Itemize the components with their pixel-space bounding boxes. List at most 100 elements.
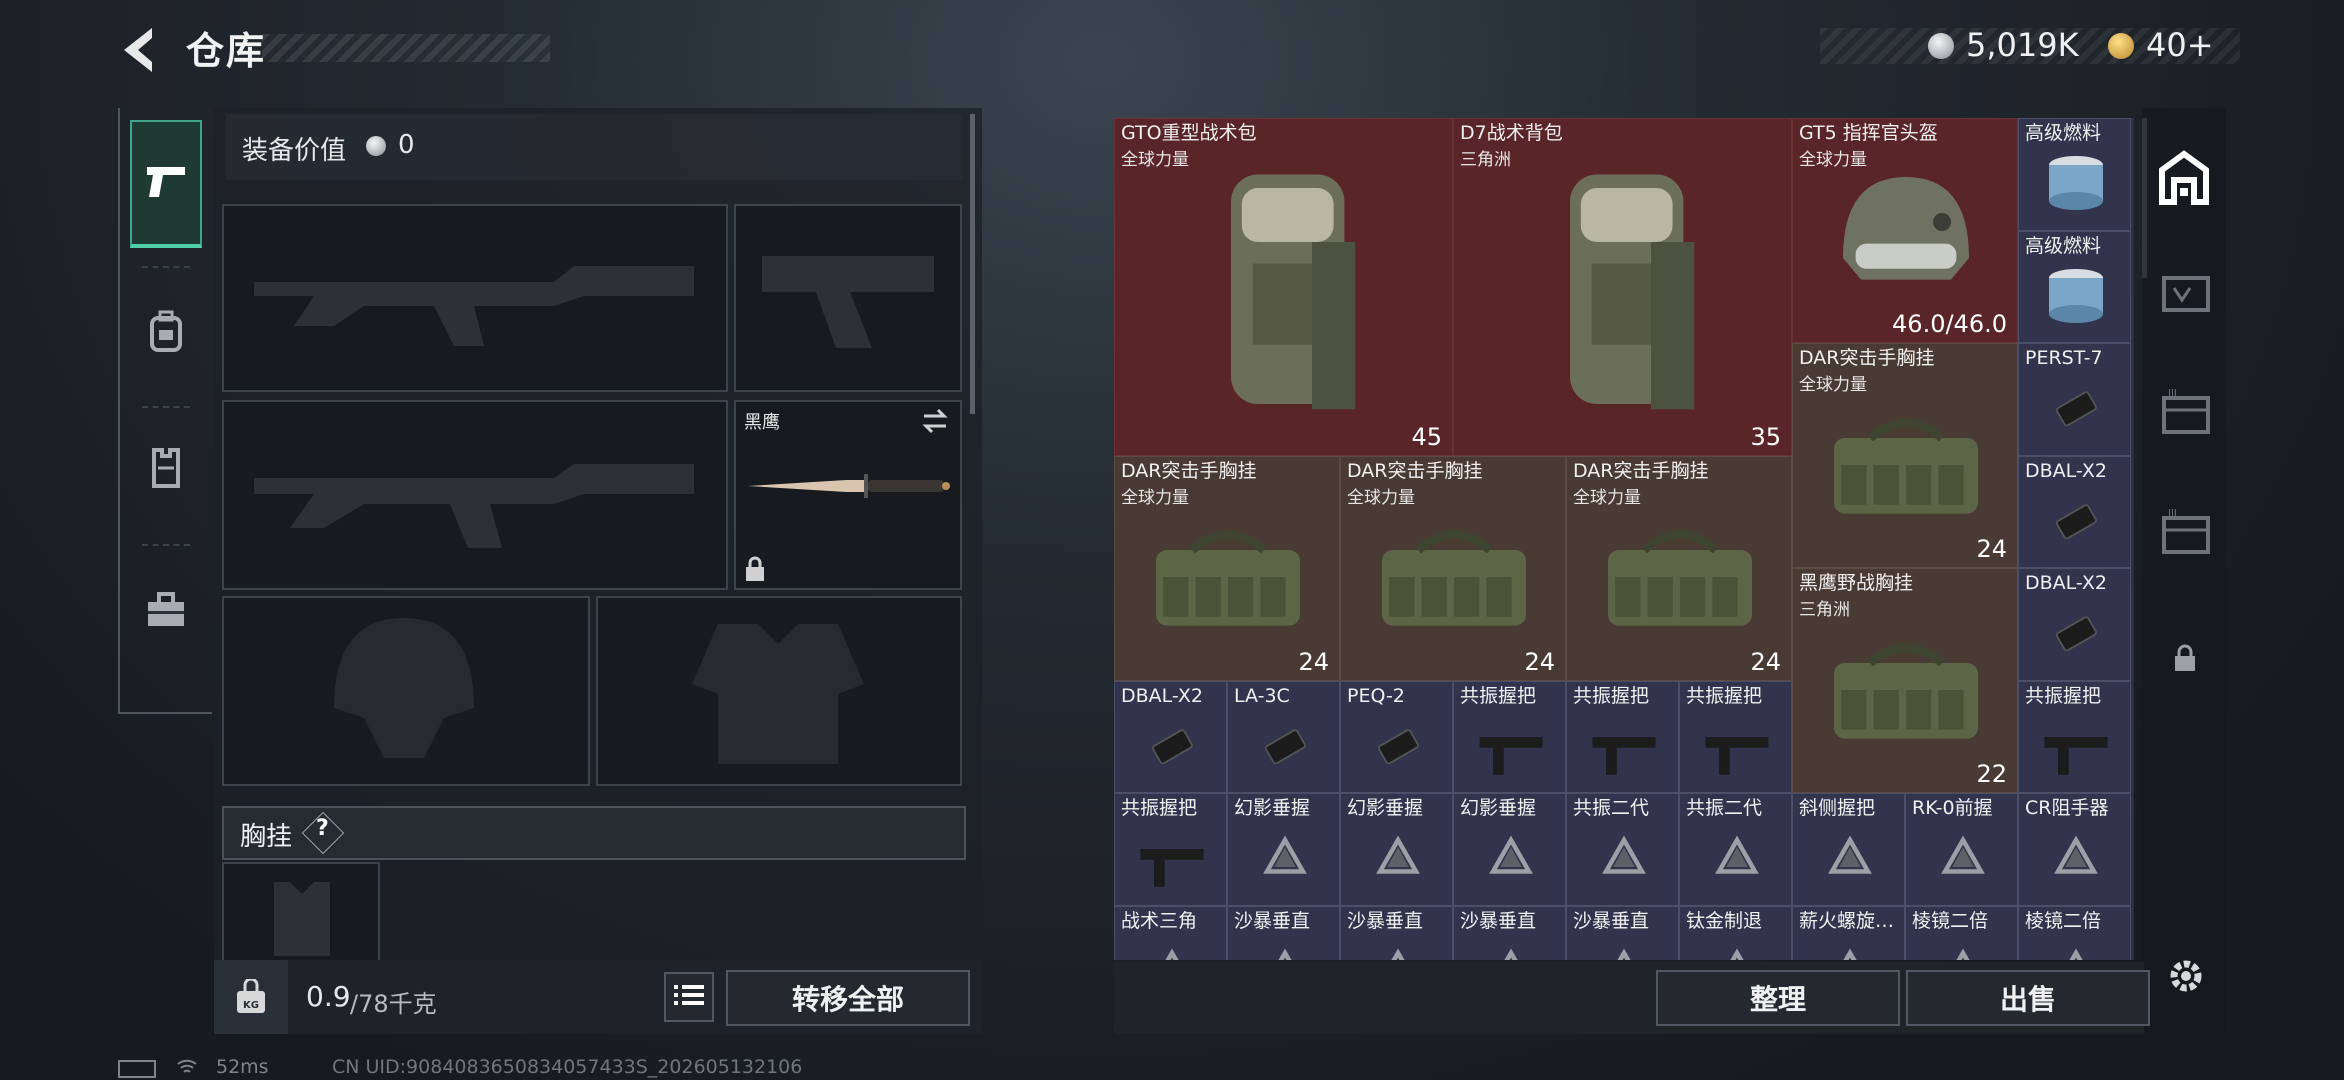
rifle-silhouette-icon	[254, 266, 694, 346]
nav-tab-backpack[interactable]	[130, 298, 202, 370]
sell-button[interactable]: 出售	[1906, 970, 2150, 1026]
nav-tab-vest[interactable]	[130, 434, 202, 506]
inventory-item[interactable]: 棱镜二倍	[2018, 905, 2131, 960]
inventory-item[interactable]: PERST-7	[2018, 343, 2131, 456]
unknown-item-icon	[1729, 948, 1744, 960]
item-count: 35	[1750, 422, 1781, 451]
sort-button[interactable]: 整理	[1656, 970, 1900, 1026]
inventory-item[interactable]: 共振握把	[1453, 680, 1566, 793]
grip-item-icon	[1479, 736, 1542, 775]
inventory-item[interactable]: 战术三角	[1114, 905, 1227, 960]
inventory-item[interactable]: 沙暴垂直	[1340, 905, 1453, 960]
vest-icon	[146, 446, 186, 494]
transfer-all-button[interactable]: 转移全部	[726, 970, 970, 1026]
inventory-item[interactable]: 沙暴垂直	[1227, 905, 1340, 960]
chest-rig-slot[interactable]	[222, 862, 380, 964]
svg-text:III: III	[2168, 388, 2177, 399]
inventory-item[interactable]: DBAL-X2	[2018, 568, 2131, 681]
inventory-item[interactable]: DAR突击手胸挂 全球力量 24	[1114, 455, 1340, 681]
inventory-item[interactable]: DAR突击手胸挂 全球力量 24	[1340, 455, 1566, 681]
inventory-item[interactable]: 黑鹰野战胸挂 三角洲 22	[1792, 568, 2018, 793]
inventory-item[interactable]: GTO重型战术包 全球力量 45	[1114, 118, 1453, 456]
nav-tab-toolbox[interactable]	[130, 576, 202, 648]
inventory-item[interactable]: 薪火螺旋…	[1792, 905, 1905, 960]
inventory-item[interactable]: D7战术背包 三角洲 35	[1453, 118, 1792, 456]
battery-icon	[118, 1060, 156, 1078]
item-name: GT5 指挥官头盔	[1799, 122, 1938, 144]
helmet-slot[interactable]	[222, 596, 590, 786]
inventory-item[interactable]: RK-0前握	[1905, 793, 2018, 906]
list-view-button[interactable]	[664, 972, 714, 1022]
inventory-item[interactable]: 沙暴垂直	[1566, 905, 1679, 960]
back-arrow-icon[interactable]	[118, 24, 162, 76]
melee-slot[interactable]: 黑鹰	[734, 400, 962, 590]
list-icon	[674, 981, 704, 1014]
equipment-value-bar: 装备价值 0	[226, 114, 962, 180]
inventory-item[interactable]: DAR突击手胸挂 全球力量 24	[1792, 343, 2018, 568]
rig-item-icon	[1156, 530, 1300, 626]
item-name: D7战术背包	[1460, 122, 1563, 144]
svg-text:III: III	[2168, 508, 2177, 519]
nav-tab-container-2[interactable]	[2160, 268, 2212, 320]
item-count: 24	[1298, 647, 1329, 676]
nav-tab-container-4[interactable]: III	[2160, 508, 2212, 560]
inventory-item[interactable]: 幻影垂握	[1340, 793, 1453, 906]
sidearm-slot[interactable]	[734, 204, 962, 392]
wifi-icon	[176, 1056, 198, 1080]
scrollbar[interactable]	[970, 114, 975, 414]
inventory-item[interactable]: 幻影垂握	[1227, 793, 1340, 906]
device-item-icon	[2055, 391, 2097, 427]
unknown-item-icon	[1503, 948, 1518, 960]
grip-item-icon	[1592, 736, 1655, 775]
inventory-item[interactable]: 共振握把	[1566, 680, 1679, 793]
armor-slot[interactable]	[596, 596, 962, 786]
inventory-item[interactable]: 共振二代	[1679, 793, 1792, 906]
knife-name: 黑鹰	[744, 412, 780, 433]
inventory-item[interactable]: DBAL-X2	[1114, 680, 1227, 793]
inventory-item[interactable]: 幻影垂握	[1453, 793, 1566, 906]
inventory-item[interactable]: GT5 指挥官头盔 全球力量 46.0/46.0	[1792, 118, 2018, 343]
right-nav: III III	[2142, 108, 2226, 1032]
armor-silhouette-icon	[692, 624, 864, 764]
unknown-item-icon	[1375, 835, 1420, 874]
inventory-item[interactable]: 斜侧握把	[1792, 793, 1905, 906]
help-icon[interactable]: ?	[316, 816, 329, 841]
nav-tab-storage[interactable]	[2156, 148, 2212, 208]
inventory-item[interactable]: DBAL-X2	[2018, 455, 2131, 568]
inventory-item[interactable]: 共振握把	[2018, 680, 2131, 793]
device-item-icon	[2055, 504, 2097, 540]
nav-tab-weapons[interactable]	[130, 120, 202, 248]
svg-text:KG: KG	[243, 1000, 259, 1011]
device-item-icon	[1377, 729, 1419, 765]
item-count: 46.0/46.0	[1892, 310, 2007, 338]
nav-tab-container-3[interactable]: III	[2160, 388, 2212, 440]
inventory-item[interactable]: 钛金制退	[1679, 905, 1792, 960]
coin-icon	[1928, 33, 1954, 59]
unknown-item-icon	[2068, 948, 2083, 960]
unknown-item-icon	[1955, 948, 1970, 960]
inventory-item[interactable]: PEQ-2	[1340, 680, 1453, 793]
inventory-item[interactable]: 共振二代	[1566, 793, 1679, 906]
user-uid: CN UID:9084083650834057433S_202605132106	[332, 1056, 803, 1078]
inventory-item[interactable]: LA-3C	[1227, 680, 1340, 793]
inventory-item[interactable]: 沙暴垂直	[1453, 905, 1566, 960]
inventory-item[interactable]: 高级燃料	[2018, 230, 2131, 343]
secondary-weapon-slot[interactable]	[222, 400, 728, 590]
rifle-silhouette-icon	[254, 464, 694, 548]
settings-gear-icon[interactable]	[2164, 954, 2208, 998]
inventory-item[interactable]: 共振握把	[1679, 680, 1792, 793]
item-name: 黑鹰野战胸挂	[1799, 572, 1914, 594]
inventory-item[interactable]: 棱镜二倍	[1905, 905, 2018, 960]
inventory-item[interactable]: CR阻手器	[2018, 793, 2131, 906]
inventory-item[interactable]: 高级燃料	[2018, 118, 2131, 231]
latency: 52ms	[216, 1056, 269, 1078]
primary-weapon-slot[interactable]	[222, 204, 728, 392]
inventory-item[interactable]: DAR突击手胸挂 全球力量 24	[1566, 455, 1792, 681]
currency-value: 5,019K	[1966, 26, 2079, 64]
token-icon	[2108, 33, 2134, 59]
inventory-item[interactable]: 共振握把	[1114, 793, 1227, 906]
unknown-item-icon	[1390, 948, 1405, 960]
unknown-item-icon	[1488, 835, 1533, 874]
swap-icon[interactable]	[920, 406, 950, 440]
device-item-icon	[1151, 729, 1193, 765]
